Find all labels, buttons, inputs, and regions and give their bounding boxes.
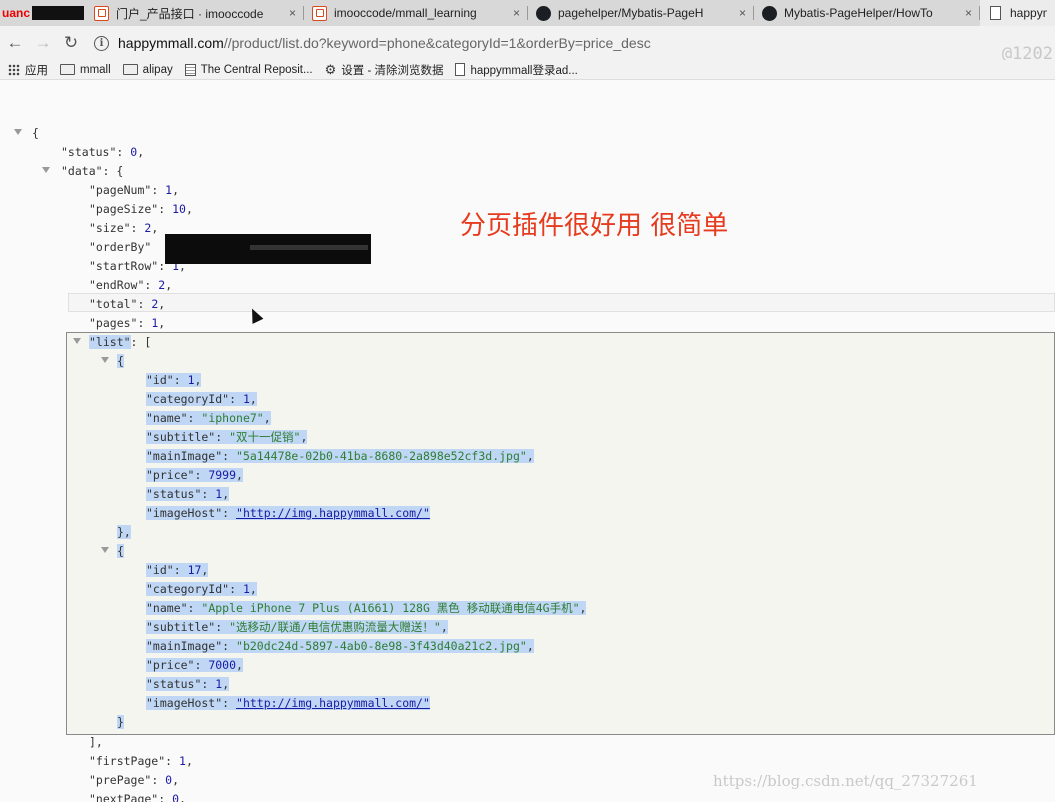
reload-icon[interactable]: ↻: [58, 30, 84, 56]
json-viewer: { "status": 0, "data": { "pageNum": 1, "…: [0, 81, 1055, 802]
bookmark-label: happymmall登录ad...: [470, 64, 578, 77]
bookmark-apps[interactable]: 应用: [8, 62, 48, 78]
back-arrow-icon[interactable]: ←: [2, 30, 28, 56]
bookmark-label: 设置 - 清除浏览数据: [341, 64, 444, 77]
json-item-price: "price": 7000,: [146, 658, 243, 672]
bookmark-alipay[interactable]: alipay: [122, 63, 173, 76]
tab-title: pagehelper/Mybatis-PageH: [558, 6, 704, 20]
collapse-triangle-icon[interactable]: [101, 357, 109, 363]
json-line-orderby: "orderBy": [89, 240, 152, 254]
tab-pagehelper-howto[interactable]: Mybatis-PageHelper/HowTo ×: [754, 0, 980, 26]
bookmark-settings-clear[interactable]: ⚙ 设置 - 清除浏览数据: [325, 62, 444, 78]
json-item-price: "price": 7999,: [146, 468, 243, 482]
json-item-id: "id": 17,: [146, 563, 209, 577]
tab-title: imooccode/mmall_learning: [334, 6, 477, 20]
url-path: //product/list.do?keyword=phone&category…: [223, 35, 651, 51]
json-item-name: "name": "iphone7",: [146, 411, 271, 425]
json-item-status: "status": 1,: [146, 487, 230, 501]
json-line-pages: "pages": 1,: [89, 316, 166, 330]
bookmarks-bar: 应用 mmall alipay The Central Reposit... ⚙…: [0, 60, 1055, 80]
close-icon[interactable]: ×: [739, 6, 746, 20]
book-icon: [184, 63, 196, 76]
redaction-streak: [250, 245, 368, 250]
imagehost-link[interactable]: "http://img.happymmall.com/": [236, 696, 430, 710]
document-icon: [988, 6, 1003, 21]
close-icon[interactable]: ×: [513, 6, 520, 20]
imooc-icon: [312, 5, 327, 21]
collapse-triangle-icon[interactable]: [101, 547, 109, 553]
json-open-brace: {: [32, 126, 39, 140]
json-item-categoryid: "categoryId": 1,: [146, 582, 257, 596]
collapse-triangle-icon[interactable]: [73, 338, 81, 344]
json-item-categoryid: "categoryId": 1,: [146, 392, 257, 406]
json-line-status: "status": 0,: [61, 145, 145, 159]
gear-icon: ⚙: [324, 61, 337, 77]
info-icon[interactable]: i: [94, 35, 109, 51]
json-line-firstpage: "firstPage": 1,: [89, 754, 193, 768]
json-line-pagesize: "pageSize": 10,: [89, 202, 193, 216]
json-line-nextpage: "nextPage": 0,: [89, 792, 186, 802]
browser-toolbar: ← → ↻ i happymmall.com//product/list.do?…: [0, 26, 1055, 64]
json-list-close: ],: [89, 735, 103, 749]
bookmark-label: alipay: [142, 63, 173, 76]
json-item-imagehost: "imageHost": "http://img.happymmall.com/…: [146, 506, 430, 520]
collapse-triangle-icon[interactable]: [42, 167, 50, 173]
json-item-mainimage: "mainImage": "5a14478e-02b0-41ba-8680-2a…: [146, 449, 534, 463]
tab-label-red: uanc: [2, 6, 31, 20]
json-item-subtitle: "subtitle": "选移动/联通/电信优惠购流量大赠送！",: [146, 620, 448, 634]
json-item-name: "name": "Apple iPhone 7 Plus (A1661) 128…: [146, 601, 587, 615]
tab-pagehelper[interactable]: pagehelper/Mybatis-PageH ×: [528, 0, 754, 26]
tab-title: Mybatis-PageHelper/HowTo: [784, 6, 933, 20]
forward-arrow-icon[interactable]: →: [30, 30, 56, 56]
bookmark-label: mmall: [80, 63, 111, 76]
redaction-bar: [32, 6, 84, 20]
apps-icon: [8, 63, 20, 76]
json-item-open: {: [117, 354, 124, 368]
tab-title: happym: [1010, 6, 1047, 20]
address-bar[interactable]: i happymmall.com//product/list.do?keywor…: [94, 30, 994, 56]
bookmark-happymmall-login[interactable]: happymmall登录ad...: [455, 62, 578, 78]
json-line-prepage: "prePage": 0,: [89, 773, 180, 787]
tab-imooc-learning[interactable]: imooccode/mmall_learning ×: [304, 0, 528, 26]
github-icon: [762, 5, 777, 21]
json-item-close: }: [117, 715, 124, 729]
github-icon: [536, 5, 551, 21]
imooc-icon: [94, 5, 109, 21]
json-line-list: "list": [: [89, 335, 152, 349]
tab-happymmall-active[interactable]: happym: [980, 0, 1055, 26]
json-item-imagehost: "imageHost": "http://img.happymmall.com/…: [146, 696, 430, 710]
folder-icon: [122, 64, 138, 75]
json-line-total: "total": 2,: [89, 297, 166, 311]
bookmark-label: 应用: [25, 64, 48, 77]
page-icon: [455, 63, 466, 76]
json-item-subtitle: "subtitle": "双十一促销",: [146, 430, 308, 444]
close-icon[interactable]: ×: [289, 6, 296, 20]
close-icon[interactable]: ×: [965, 6, 972, 20]
folder-icon: [60, 64, 75, 75]
tab-redacted[interactable]: uanc: [0, 0, 86, 26]
tab-imooc-product[interactable]: 门户_产品接口 · imooccode ×: [86, 0, 304, 26]
tab-title: 门户_产品接口 · imooccode: [116, 6, 264, 21]
json-item-open: {: [117, 544, 124, 558]
json-line-data: "data": {: [61, 164, 124, 178]
json-item-mainimage: "mainImage": "b20dc24d-5897-4ab0-8e98-3f…: [146, 639, 534, 653]
hovered-line-highlight: [68, 293, 1055, 312]
json-item-close: },: [117, 525, 131, 539]
imagehost-link[interactable]: "http://img.happymmall.com/": [236, 506, 430, 520]
tab-strip: uanc 门户_产品接口 · imooccode × imooccode/mma…: [0, 0, 1055, 26]
url-host: happymmall.com: [118, 35, 224, 51]
bookmark-mmall[interactable]: mmall: [60, 64, 111, 76]
collapse-triangle-icon[interactable]: [14, 129, 22, 135]
json-line-endrow: "endRow": 2,: [89, 278, 173, 292]
json-line-size: "size": 2,: [89, 221, 159, 235]
bookmark-label: The Central Reposit...: [200, 63, 313, 76]
json-item-status: "status": 1,: [146, 677, 230, 691]
bookmark-central-repository[interactable]: The Central Reposit...: [184, 63, 313, 76]
json-item-id: "id": 1,: [146, 373, 202, 387]
blog-watermark: https://blog.csdn.net/qq_27327261: [713, 772, 978, 790]
json-line-pagenum: "pageNum": 1,: [89, 183, 180, 197]
red-annotation-text: 分页插件很好用 很简单: [460, 211, 729, 241]
